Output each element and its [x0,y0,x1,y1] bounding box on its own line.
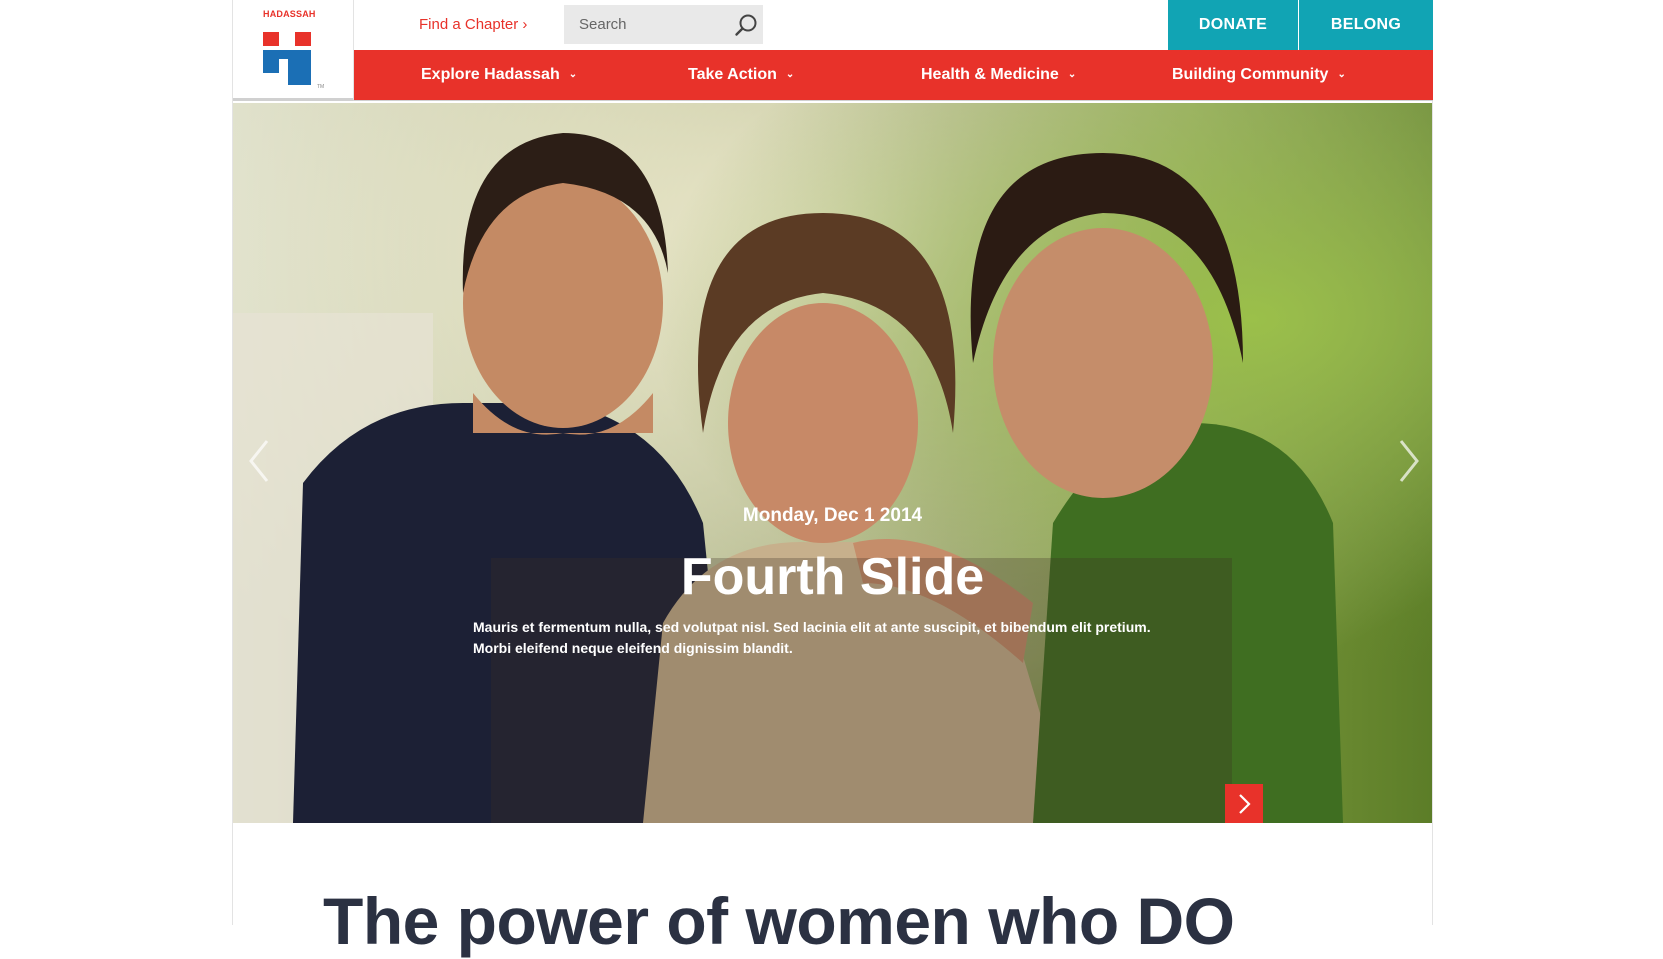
logo[interactable]: HADASSAH TM [233,0,354,101]
nav-item-label: Take Action [688,66,777,83]
page-tagline: The power of women who DO [323,884,1235,958]
nav-item-label: Health & Medicine [921,66,1059,83]
chevron-down-icon: ⌄ [1337,68,1346,80]
page-frame: HADASSAH TM Find a Chapter › DONATE BELO… [232,0,1433,958]
search-button[interactable] [733,12,759,38]
belong-button[interactable]: BELONG [1299,0,1433,50]
chevron-left-icon[interactable] [241,433,277,489]
slide-body: Mauris et fermentum nulla, sed volutpat … [473,617,1193,659]
hero-carousel [233,103,1432,823]
chevron-right-icon[interactable] [1391,433,1427,489]
main-nav: Explore Hadassah ⌄ Take Action ⌄ Health … [354,50,1433,101]
find-chapter-link[interactable]: Find a Chapter › [419,16,527,33]
nav-item-health-medicine[interactable]: Health & Medicine ⌄ [921,50,1076,100]
search-icon [735,14,757,36]
next-slide-button[interactable] [1225,784,1263,823]
nav-item-label: Explore Hadassah [421,66,560,83]
nav-item-building-community[interactable]: Building Community ⌄ [1172,50,1346,100]
logo-mark-icon [263,32,311,85]
nav-item-explore-hadassah[interactable]: Explore Hadassah ⌄ [421,50,577,100]
donate-button[interactable]: DONATE [1168,0,1298,50]
search-input[interactable] [564,5,724,44]
chevron-down-icon: ⌄ [1067,68,1077,80]
logo-wordmark: HADASSAH [263,9,316,19]
chevron-down-icon: ⌄ [785,68,795,80]
logo-trademark: TM [317,84,325,90]
nav-item-label: Building Community [1172,66,1329,83]
slide-title: Fourth Slide [680,548,985,606]
chevron-down-icon: ⌄ [568,68,578,80]
slide-date: Monday, Dec 1 2014 [742,505,923,526]
slide-body-line: Morbi eleifend neque eleifend dignissim … [473,640,793,656]
slide-body-line: Mauris et fermentum nulla, sed volutpat … [473,619,1151,635]
nav-item-take-action[interactable]: Take Action ⌄ [688,50,794,100]
search-box [564,5,763,44]
chevron-right-icon [1239,793,1251,814]
